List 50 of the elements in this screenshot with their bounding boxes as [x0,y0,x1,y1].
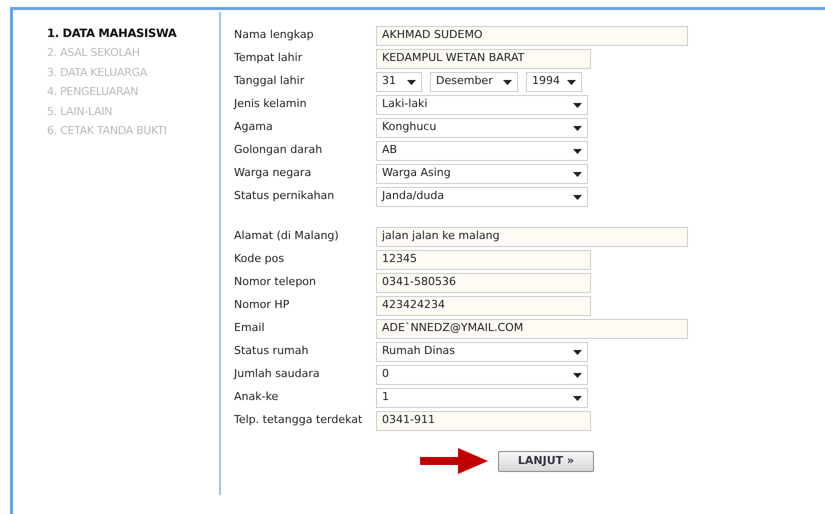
dropdown[interactable]: 1994 [526,72,582,92]
dropdown[interactable]: Desember [430,72,518,92]
input-field[interactable]: 0341-911 [376,410,591,430]
next-button[interactable]: LANJUT » [498,450,594,472]
field-label: Golongan darah [234,142,324,158]
caret-icon [573,102,582,108]
dropdown[interactable]: Laki-laki [376,94,588,114]
caret-icon [407,78,416,84]
caret-icon [573,394,582,400]
field-label: Email [234,320,266,336]
field-label: Status rumah [234,343,310,360]
input-field[interactable]: KEDAMPUL WETAN BARAT [376,48,591,68]
field-label: Nama lengkap [234,27,315,44]
dropdown[interactable]: Janda/duda [376,186,588,206]
field-label: Tanggal lahir [234,73,306,90]
field-label: Agama [234,119,274,136]
field-label: Anak-ke [234,389,280,406]
dropdown[interactable]: Warga Asing [376,164,588,184]
caret-icon [573,348,582,354]
dropdown[interactable]: 31 [376,72,422,92]
input-field[interactable]: 0341-580536 [376,272,591,292]
step-link[interactable]: 1. DATA MAHASISWA [47,24,219,44]
field-label: Kode pos [234,251,286,268]
field-label: Nomor HP [234,297,290,314]
field-label: Jenis kelamin [234,96,308,112]
caret-icon [573,170,582,176]
caret-icon [573,372,582,378]
input-field[interactable]: jalan jalan ke malang [376,226,688,246]
dropdown[interactable]: 0 [376,364,588,384]
arrow-icon [420,448,488,474]
input-field[interactable]: 423424234 [376,296,591,316]
dropdown[interactable]: 1 [376,388,588,408]
field-label: Status pernikahan [234,188,336,204]
dropdown[interactable]: Rumah Dinas [376,342,588,362]
caret-icon [567,78,576,84]
field-label: Alamat (di Malang) [234,228,340,244]
dropdown[interactable]: AB [376,140,588,160]
caret-icon [573,194,582,200]
field-label: Warga negara [234,165,312,182]
field-label: Jumlah saudara [234,366,321,382]
input-field[interactable]: AKHMAD SUDEMO [376,26,688,46]
field-label: Nomor telepon [234,274,318,290]
input-field[interactable]: 12345 [376,250,591,270]
caret-icon [573,148,582,154]
caret-icon [573,124,582,130]
field-label: Tempat lahir [234,50,304,66]
field-label: Telp. tetangga terdekat [234,412,364,428]
input-field[interactable]: ADE`NNEDZ@YMAIL.COM [376,318,688,338]
dropdown[interactable]: Konghucu [376,118,588,138]
caret-icon [503,78,512,84]
